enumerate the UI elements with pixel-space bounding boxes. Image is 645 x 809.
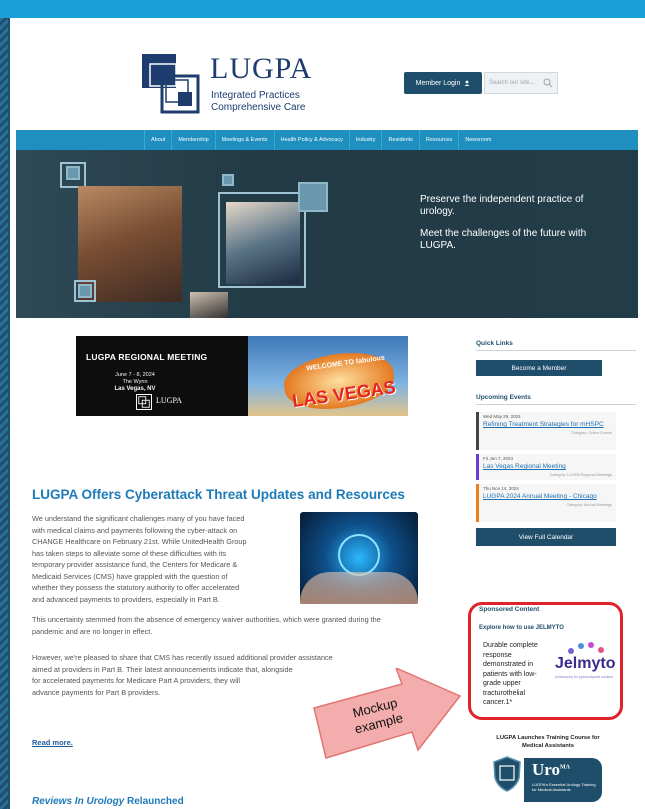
hero-banner: Preserve the independent practice of uro… <box>16 150 638 318</box>
banner-city: Las Vegas, NV <box>114 386 156 392</box>
uroma-subtitle: LUGPA's Essential Urology Training for M… <box>532 782 596 792</box>
hero-square-filled <box>66 166 80 180</box>
search-placeholder: Search our site... <box>489 80 535 86</box>
search-icon[interactable] <box>543 78 553 88</box>
sponsor-brand-subtitle: (mitomycin) for pyelocalyceal solution <box>555 675 614 679</box>
article-title[interactable]: LUGPA Offers Cyberattack Threat Updates … <box>32 487 405 502</box>
banner-dates: June 7 - 8, 2024 <box>115 372 155 378</box>
sponsor-subheading[interactable]: Explore how to use JELMYTO <box>479 625 564 631</box>
nav-item-newsroom[interactable]: Newsroom <box>458 130 497 150</box>
regional-meeting-banner[interactable]: LUGPA REGIONAL MEETING June 7 - 8, 2024 … <box>76 336 408 416</box>
digital-ring <box>338 534 380 576</box>
nav-item-residents[interactable]: Residents <box>381 130 418 150</box>
become-member-button[interactable]: Become a Member <box>476 360 602 376</box>
article-paragraph-1: We understand the significant challenges… <box>32 514 247 604</box>
banner-logo-icon <box>136 394 152 410</box>
sponsored-heading: Sponsored Content <box>479 606 540 613</box>
event-category: Category: Online Events <box>570 431 612 435</box>
lugpa-logo[interactable]: LUGPA Integrated Practices Comprehensive… <box>140 52 313 122</box>
hero-square-outline <box>218 192 306 288</box>
banner-details: June 7 - 8, 2024 The Wynn Las Vegas, NV <box>76 372 194 393</box>
divider <box>476 404 636 405</box>
main-nav: About Membership Meetings & Events Healt… <box>16 130 638 150</box>
nav-item-meetings-events[interactable]: Meetings & Events <box>214 130 274 150</box>
event-category: Category: LUGPA Regional Meetings <box>549 473 612 477</box>
sponsored-content-box[interactable]: Sponsored Content Explore how to use JEL… <box>468 602 623 720</box>
event-title-link[interactable]: LUGPA 2024 Annual Meeting - Chicago <box>483 493 612 501</box>
nav-item-resources[interactable]: Resources <box>418 130 458 150</box>
logo-tagline-line-1: Integrated Practices <box>211 90 300 101</box>
event-item[interactable]: Fri Jun 7, 2024 Las Vegas Regional Meeti… <box>476 454 616 480</box>
event-category: Category: Annual Meetings <box>566 503 612 507</box>
search-input[interactable]: Search our site... <box>484 72 558 94</box>
banner-title: LUGPA REGIONAL MEETING <box>86 352 208 362</box>
nav-item-health-policy[interactable]: Health Policy & Advocacy <box>273 130 349 150</box>
next-article-title[interactable]: Reviews In Urology Relaunched <box>32 796 184 807</box>
view-full-calendar-button[interactable]: View Full Calendar <box>476 528 616 546</box>
quick-links-heading: Quick Links <box>476 340 513 347</box>
hand-image <box>300 572 418 604</box>
member-login-button[interactable]: Member Login <box>404 72 482 94</box>
event-item[interactable]: Wed May 29, 2024 Refining Treatment Stra… <box>476 412 616 450</box>
logo-mark-icon <box>142 54 200 114</box>
las-vegas-sign-image: WELCOME TO fabulous LAS VEGAS <box>248 336 408 416</box>
read-more-link[interactable]: Read more. <box>32 738 73 747</box>
event-date: Wed May 29, 2024 <box>483 414 521 419</box>
shield-icon <box>493 756 521 792</box>
nav-item-about[interactable]: About <box>144 130 171 150</box>
nav-item-industry[interactable]: Industry <box>348 130 382 150</box>
event-item[interactable]: Thu Nov 14, 2024 LUGPA 2024 Annual Meeti… <box>476 484 616 522</box>
upcoming-events-heading: Upcoming Events <box>476 394 531 401</box>
jelmyto-logo-icon <box>568 642 604 654</box>
nav-item-membership[interactable]: Membership <box>171 130 214 150</box>
hero-line-1: Preserve the independent practice of uro… <box>420 194 584 217</box>
divider <box>476 350 636 351</box>
hero-square-filled <box>78 284 92 298</box>
hero-line-2: Meet the challenges of the future with L… <box>420 228 587 251</box>
uroma-logo[interactable]: UroMA LUGPA's Essential Urology Training… <box>524 758 602 802</box>
hero-message: Preserve the independent practice of uro… <box>420 194 600 262</box>
logo-tagline: Integrated Practices Comprehensive Care <box>211 90 321 114</box>
member-login-label: Member Login <box>415 79 461 87</box>
banner-venue: The Wynn <box>122 379 148 385</box>
event-date: Fri Jun 7, 2024 <box>483 456 514 461</box>
nav-items: About Membership Meetings & Events Healt… <box>144 130 498 150</box>
uroma-name: UroMA <box>532 760 571 779</box>
event-date: Thu Nov 14, 2024 <box>483 486 519 491</box>
audience-photo <box>190 292 228 318</box>
event-title-link[interactable]: Refining Treatment Strategies for mHSPC <box>483 421 612 429</box>
logo-tagline-line-2: Comprehensive Care <box>211 102 306 113</box>
hero-square-filled <box>298 182 328 212</box>
sponsor-brand: Jelmyto <box>555 655 616 672</box>
sponsor-body-text: Durable complete response demonstrated i… <box>483 642 538 706</box>
side-decoration <box>0 18 8 809</box>
cybersecurity-image <box>300 512 418 604</box>
logo-name: LUGPA <box>210 52 313 85</box>
event-title-link[interactable]: Las Vegas Regional Meeting <box>483 463 612 471</box>
training-caption: LUGPA Launches Training Course for Medic… <box>496 735 600 749</box>
top-accent-band <box>0 0 645 18</box>
banner-info-panel: LUGPA REGIONAL MEETING June 7 - 8, 2024 … <box>76 336 248 416</box>
user-icon <box>464 80 470 86</box>
banner-logo-text: LUGPA <box>156 396 182 405</box>
web-page: LUGPA Integrated Practices Comprehensive… <box>10 18 645 809</box>
article-paragraph-2: This uncertainty stemmed from the absenc… <box>32 615 381 636</box>
hero-square-filled <box>222 174 234 186</box>
